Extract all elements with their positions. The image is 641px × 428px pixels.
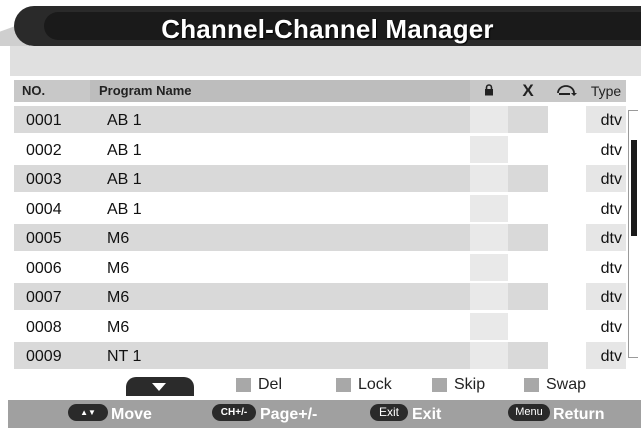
channel-number: 0009: [14, 342, 90, 369]
channel-skip-cell: [548, 342, 586, 369]
channel-delete-cell: [508, 136, 548, 163]
channel-row[interactable]: 0003 AB 1 dtv: [14, 165, 626, 195]
channel-number: 0006: [26, 259, 62, 277]
scrollbar-thumb[interactable]: [631, 139, 637, 236]
channel-lock-cell: [470, 135, 508, 163]
channel-delete-cell: [508, 106, 548, 133]
title-bar: Channel-Channel Manager: [0, 0, 641, 46]
channel-skip-cell: [548, 195, 586, 222]
lock-icon: [485, 84, 493, 96]
footer-page-label: Page+/-: [260, 406, 318, 423]
footer-move-label: Move: [111, 406, 152, 423]
channel-name: AB 1: [90, 165, 470, 192]
channel-row[interactable]: 0002 AB 1 dtv: [14, 135, 626, 166]
channel-row[interactable]: 0004 AB 1 dtv: [14, 194, 626, 225]
channel-type: dtv: [600, 259, 622, 277]
channel-delete-cell: [508, 313, 548, 340]
channel-number: 0008: [26, 318, 62, 336]
channel-lock-cell: [470, 224, 508, 251]
channel-skip-cell: [548, 254, 586, 281]
skip-icon: [557, 85, 577, 96]
channel-type: dtv: [600, 200, 622, 218]
legend-del-label: Del: [258, 376, 283, 393]
channel-lock-cell: [470, 312, 508, 340]
channel-number: 0003: [14, 165, 90, 192]
channel-number: 0001: [14, 106, 90, 133]
scrollbar[interactable]: [628, 110, 638, 358]
channel-name: AB 1: [90, 106, 470, 133]
channel-delete-cell: [508, 224, 548, 251]
footer-exit-label: Exit: [412, 406, 442, 423]
channel-row[interactable]: 0005 M6 dtv: [14, 224, 626, 254]
legend-swap-label: Swap: [546, 376, 587, 393]
channel-delete-cell: [508, 342, 548, 369]
footer-bar: ▲▼ Move CH+/- Page+/- Exit Exit Menu Ret…: [8, 400, 641, 428]
exit-key-icon: Exit: [370, 404, 408, 421]
legend-lock-label: Lock: [358, 376, 392, 393]
channel-row[interactable]: 0001 AB 1 dtv: [14, 106, 626, 136]
channel-name: M6: [107, 259, 130, 277]
channel-number: 0002: [26, 141, 62, 159]
channel-name: M6: [90, 283, 470, 310]
channel-lock-cell: [470, 194, 508, 222]
channel-name: AB 1: [107, 141, 142, 159]
channel-type: dtv: [586, 165, 626, 192]
channel-key-icon: CH+/-: [212, 404, 256, 421]
channel-type: dtv: [586, 342, 626, 369]
channel-lock-cell: [470, 165, 508, 192]
swap-swatch: [524, 378, 539, 392]
channel-number: 0005: [14, 224, 90, 251]
channel-row[interactable]: 0007 M6 dtv: [14, 283, 626, 313]
menu-key-icon: Menu: [508, 404, 550, 421]
channel-skip-cell: [548, 106, 586, 133]
channel-skip-cell: [548, 224, 586, 251]
page-title: Channel-Channel Manager: [161, 14, 494, 44]
channel-type: dtv: [600, 318, 622, 336]
channel-skip-cell: [548, 313, 586, 340]
move-key-icon: ▲▼: [68, 404, 108, 421]
channel-list: 0001 AB 1 dtv 0002 AB 1 dtv 0003 AB 1 dtv 0004 AB …: [14, 106, 626, 372]
column-header-skip: [548, 80, 586, 102]
channel-skip-cell: [548, 136, 586, 163]
channel-lock-cell: [470, 342, 508, 369]
channel-name: AB 1: [107, 200, 142, 218]
channel-row[interactable]: 0008 M6 dtv: [14, 312, 626, 343]
title-pill: Channel-Channel Manager: [14, 6, 641, 46]
triangle-down-icon: [152, 383, 166, 391]
channel-lock-cell: [470, 106, 508, 133]
channel-type: dtv: [586, 283, 626, 310]
channel-skip-cell: [548, 283, 586, 310]
column-header-program-name: Program Name: [90, 80, 470, 102]
channel-delete-cell: [508, 254, 548, 281]
footer-return-label: Return: [553, 406, 605, 423]
column-header-lock: [470, 80, 508, 102]
subheader-strip: [10, 46, 641, 76]
channel-skip-cell: [548, 165, 586, 192]
channel-delete-cell: [508, 165, 548, 192]
skip-swatch: [432, 378, 447, 392]
channel-delete-cell: [508, 195, 548, 222]
legend-skip-label: Skip: [454, 376, 486, 393]
channel-type: dtv: [586, 106, 626, 133]
channel-number: 0007: [14, 283, 90, 310]
channel-type: dtv: [600, 141, 622, 159]
column-header-delete: X: [508, 80, 548, 102]
channel-delete-cell: [508, 283, 548, 310]
column-header-no: NO.: [14, 80, 90, 102]
lock-swatch: [336, 378, 351, 392]
channel-row[interactable]: 0009 NT 1 dtv: [14, 342, 626, 372]
page-down-button[interactable]: [126, 377, 194, 396]
column-header-type: Type: [586, 80, 626, 102]
legend-bar: Del Lock Skip Swap: [0, 372, 641, 398]
channel-type: dtv: [586, 224, 626, 251]
channel-lock-cell: [470, 283, 508, 310]
channel-number: 0004: [26, 200, 62, 218]
channel-name: M6: [107, 318, 130, 336]
channel-lock-cell: [470, 253, 508, 281]
channel-name: M6: [90, 224, 470, 251]
channel-row[interactable]: 0006 M6 dtv: [14, 253, 626, 284]
channel-name: NT 1: [90, 342, 470, 369]
del-swatch: [236, 378, 251, 392]
